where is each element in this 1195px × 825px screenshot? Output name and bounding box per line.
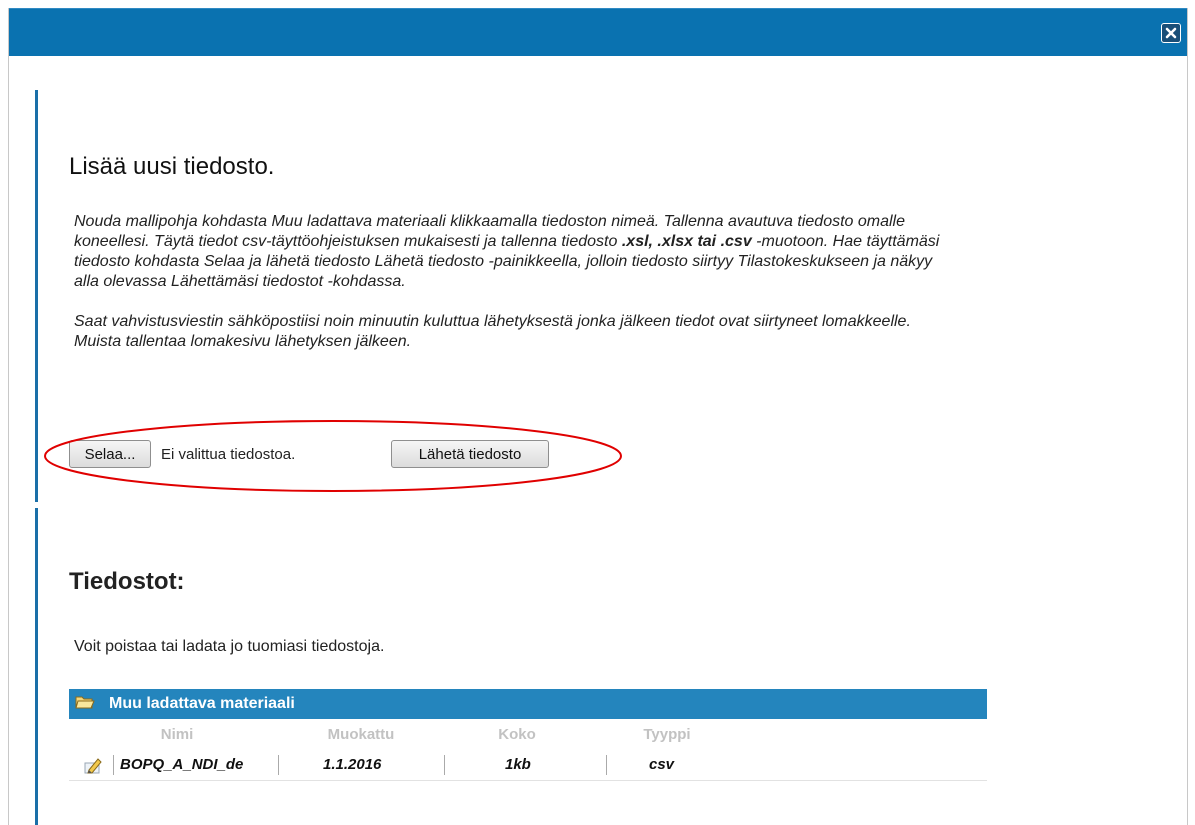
edit-icon[interactable] [83, 755, 105, 775]
file-type: csv [649, 755, 675, 773]
files-info-text: Voit poistaa tai ladata jo tuomiasi tied… [74, 638, 385, 655]
files-section-bar [35, 508, 38, 825]
dialog-titlebar [9, 8, 1187, 56]
file-formats: .xsl, .xlsx tai .csv [621, 233, 752, 250]
files-table: Muu ladattava materiaali Nimi Muokattu K… [69, 689, 987, 781]
instructions-paragraph-1: Nouda mallipohja kohdasta Muu ladattava … [74, 213, 940, 290]
instructions-paragraph-2: Saat vahvistusviestin sähköpostiisi noin… [74, 313, 911, 350]
upload-dialog: Lisää uusi tiedosto. Nouda mallipohja ko… [8, 8, 1188, 825]
close-icon [1165, 27, 1177, 39]
folder-open-icon [75, 694, 95, 715]
upload-section-bar [35, 90, 38, 502]
upload-section-title: Lisää uusi tiedosto. [69, 153, 275, 180]
files-group-title: Muu ladattava materiaali [109, 695, 295, 712]
no-file-selected-text: Ei valittua tiedostoa. [161, 445, 296, 463]
browse-button[interactable]: Selaa... [69, 440, 151, 468]
files-group-header[interactable]: Muu ladattava materiaali [69, 689, 987, 719]
send-file-button[interactable]: Lähetä tiedosto [391, 440, 549, 468]
column-header-modified[interactable]: Muokattu [285, 726, 437, 743]
file-size: 1kb [445, 754, 607, 775]
column-header-name[interactable]: Nimi [69, 726, 285, 743]
table-column-headers: Nimi Muokattu Koko Tyyppi [69, 719, 987, 749]
upload-instructions: Nouda mallipohja kohdasta Muu ladattava … [74, 212, 954, 372]
column-header-type[interactable]: Tyyppi [597, 726, 737, 743]
file-modified: 1.1.2016 [279, 754, 445, 775]
close-button[interactable] [1161, 23, 1181, 43]
upload-controls: Selaa... Ei valittua tiedostoa. Lähetä t… [69, 440, 549, 468]
column-header-size[interactable]: Koko [437, 726, 597, 743]
files-section-title: Tiedostot: [69, 568, 185, 595]
table-row: BOPQ_A_NDI_de 1.1.2016 1kb csv [69, 749, 987, 781]
file-name-link[interactable]: BOPQ_A_NDI_de [113, 754, 279, 775]
